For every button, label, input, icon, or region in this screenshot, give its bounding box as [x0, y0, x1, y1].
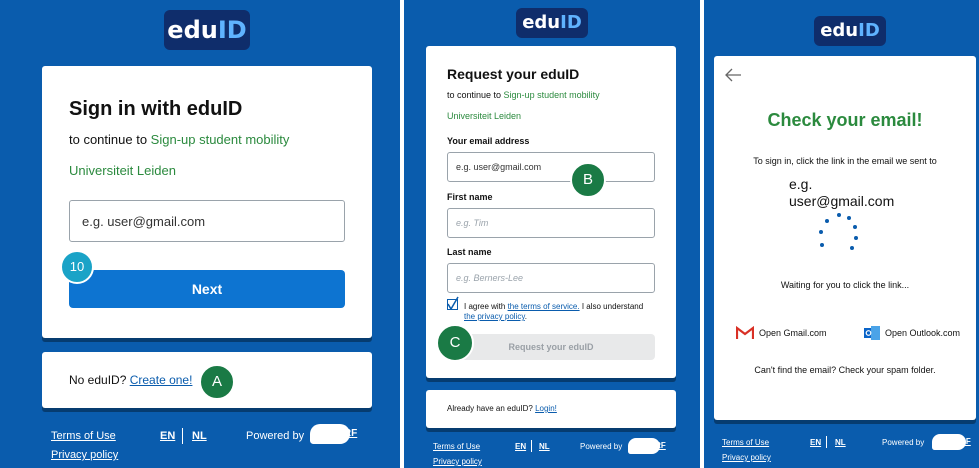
terms-link[interactable]: Terms of Use — [722, 438, 769, 447]
email-label: Your email address — [447, 136, 530, 146]
powered-by-text: Powered by — [580, 442, 623, 451]
continue-line: to continue to Sign-up student mobility — [447, 90, 600, 100]
step-badge-number: 10 — [69, 259, 85, 274]
surf-logo: SURF — [628, 438, 666, 454]
marker-c-label: C — [449, 334, 461, 351]
last-name-label: Last name — [447, 247, 492, 257]
screenshot-stage: eduID Sign in with eduID to continue to … — [0, 0, 979, 468]
open-outlook-label: Open Outlook.com — [885, 328, 961, 338]
next-button[interactable]: Next — [69, 270, 345, 308]
login-link[interactable]: Login! — [535, 404, 557, 413]
email-line-2: user@gmail.com — [789, 193, 895, 209]
surf-logo-text: SURF — [949, 437, 971, 446]
agree-suffix: . — [524, 312, 527, 321]
lang-separator — [531, 440, 532, 452]
email-value: e.g. user@gmail.com — [456, 162, 542, 172]
lang-nl-link[interactable]: NL — [192, 430, 207, 442]
page-title: Sign in with eduID — [69, 98, 243, 120]
logo-text-id: ID — [560, 12, 582, 33]
eduid-logo: eduID — [164, 10, 250, 50]
surf-logo: SURF — [932, 434, 971, 450]
first-name-label: First name — [447, 192, 493, 202]
no-account-line: No eduID? Create one! — [69, 373, 192, 387]
service-name: Sign-up student mobility — [503, 90, 600, 100]
terms-link[interactable]: Terms of Use — [51, 430, 116, 442]
have-account-text: Already have an eduID? — [447, 404, 533, 413]
outlook-icon — [864, 326, 880, 340]
logo-text-edu: edu — [167, 16, 218, 44]
loading-spinner-icon — [819, 213, 858, 250]
privacy-link[interactable]: Privacy policy — [433, 457, 482, 466]
lang-en-link[interactable]: EN — [160, 430, 175, 442]
instruction-text: To sign in, click the link in the email … — [753, 156, 937, 166]
logo-text-edu: edu — [522, 12, 561, 33]
terms-checkbox[interactable] — [447, 296, 459, 310]
agree-middle: I also understand — [579, 302, 644, 311]
marker-b-label: B — [582, 171, 593, 188]
lang-separator — [826, 436, 827, 448]
terms-link[interactable]: Terms of Use — [433, 442, 480, 451]
powered-by-text: Powered by — [246, 430, 305, 442]
institution-name: Universiteit Leiden — [447, 111, 522, 121]
privacy-link[interactable]: Privacy policy — [51, 449, 118, 461]
login-card: Already have an eduID? Login! — [426, 390, 676, 428]
lang-separator — [182, 428, 183, 444]
email-placeholder: e.g. user@gmail.com — [82, 214, 206, 229]
open-gmail-label: Open Gmail.com — [759, 328, 827, 338]
privacy-link[interactable]: Privacy policy — [722, 453, 771, 462]
create-account-link[interactable]: Create one! — [130, 373, 193, 387]
logo-text-id: ID — [217, 16, 247, 44]
terms-agreement-text: I agree with the terms of service. I als… — [464, 302, 654, 322]
first-name-placeholder: e.g. Tim — [456, 218, 489, 228]
last-name-field[interactable]: e.g. Berners-Lee — [447, 263, 655, 293]
service-name: Sign-up student mobility — [150, 132, 290, 147]
continue-line: to continue to Sign-up student mobility — [69, 132, 289, 147]
logo-text-edu: edu — [820, 20, 859, 41]
request-eduid-panel: eduID Request your eduID to continue to … — [404, 0, 700, 468]
sign-in-card: Sign in with eduID to continue to Sign-u… — [42, 66, 372, 338]
next-button-label: Next — [191, 281, 223, 297]
waiting-text: Waiting for you to click the link... — [780, 280, 910, 290]
have-account-line: Already have an eduID? Login! — [447, 404, 557, 413]
continue-prefix: to continue to — [447, 90, 504, 100]
eduid-logo: eduID — [516, 8, 588, 38]
first-name-field[interactable]: e.g. Tim — [447, 208, 655, 238]
lang-en-link[interactable]: EN — [810, 438, 821, 447]
privacy-policy-link[interactable]: the privacy policy — [464, 312, 525, 321]
terms-of-service-link[interactable]: the terms of service. — [508, 302, 580, 311]
marker-a: A — [199, 364, 235, 400]
check-email-panel: eduID Check your email! To sign in, clic… — [704, 0, 979, 468]
continue-prefix: to continue to — [69, 132, 151, 147]
sign-in-panel: eduID Sign in with eduID to continue to … — [0, 0, 400, 468]
powered-by-text: Powered by — [882, 438, 925, 447]
surf-logo-text: SURF — [644, 441, 666, 450]
spam-hint-text: Can't find the email? Check your spam fo… — [754, 365, 936, 375]
email-field[interactable]: e.g. user@gmail.com — [447, 152, 655, 182]
lang-nl-link[interactable]: NL — [835, 438, 846, 447]
step-badge: 10 — [60, 250, 94, 284]
institution-name: Universiteit Leiden — [69, 163, 176, 178]
agree-prefix: I agree with — [464, 302, 508, 311]
marker-b: B — [570, 162, 606, 198]
request-eduid-button[interactable]: Request your eduID — [447, 334, 655, 360]
lang-nl-link[interactable]: NL — [539, 442, 550, 451]
gmail-icon — [736, 326, 754, 339]
lang-en-link[interactable]: EN — [515, 442, 526, 451]
page-title: Request your eduID — [447, 66, 580, 82]
email-line-1: e.g. — [789, 176, 813, 192]
logo-text-id: ID — [858, 20, 880, 41]
email-input[interactable]: e.g. user@gmail.com — [69, 200, 345, 242]
request-button-label: Request your eduID — [508, 342, 594, 352]
page-title: Check your email! — [767, 110, 923, 130]
surf-logo-text: SURF — [330, 428, 358, 439]
marker-c: C — [436, 324, 474, 362]
arrow-left-icon[interactable] — [724, 68, 742, 82]
no-account-text: No eduID? — [69, 373, 127, 387]
surf-logo: SURF — [310, 424, 357, 444]
eduid-logo: eduID — [814, 16, 886, 46]
checkmark-icon — [447, 296, 459, 310]
marker-a-label: A — [211, 373, 222, 390]
last-name-placeholder: e.g. Berners-Lee — [456, 273, 524, 283]
check-email-card: Check your email! To sign in, click the … — [714, 56, 976, 420]
